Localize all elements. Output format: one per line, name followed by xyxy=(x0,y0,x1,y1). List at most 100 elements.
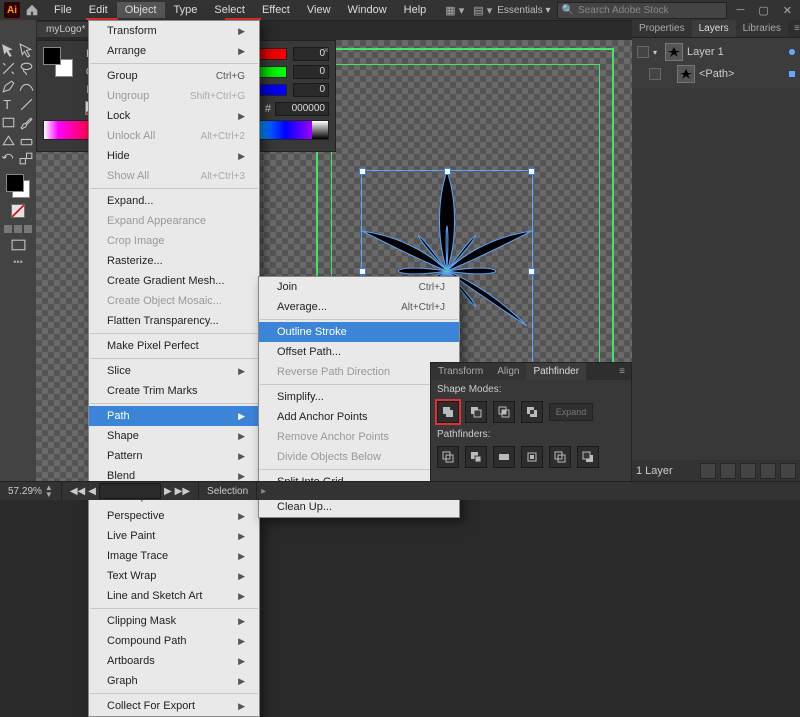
visibility-toggle-icon[interactable] xyxy=(649,68,661,80)
menu-item-live-paint[interactable]: Live Paint▶ xyxy=(89,526,259,546)
new-layer-icon[interactable] xyxy=(760,463,776,479)
make-clip-icon[interactable] xyxy=(720,463,736,479)
line-tool-icon[interactable] xyxy=(18,96,35,113)
shaper-tool-icon[interactable] xyxy=(0,132,17,149)
hex-field[interactable]: 000000 xyxy=(275,102,329,116)
lasso-tool-icon[interactable] xyxy=(18,60,35,77)
minus-back-button[interactable] xyxy=(577,446,599,468)
selection-indicator[interactable] xyxy=(789,71,795,77)
menu-item-clean-up-[interactable]: Clean Up... xyxy=(259,497,459,517)
menu-effect[interactable]: Effect xyxy=(254,2,298,18)
outline-button[interactable] xyxy=(549,446,571,468)
fill-stroke-swatch[interactable] xyxy=(6,174,30,198)
curvature-tool-icon[interactable] xyxy=(18,78,35,95)
layer-row-top[interactable]: ▾ Layer 1 xyxy=(635,41,797,63)
menu-item-line-and-sketch-art[interactable]: Line and Sketch Art▶ xyxy=(89,586,259,606)
menu-item-clipping-mask[interactable]: Clipping Mask▶ xyxy=(89,611,259,631)
color-none-icon[interactable] xyxy=(11,204,25,218)
menu-item-simplify-[interactable]: Simplify... xyxy=(259,387,459,407)
menu-item-collect-for-export[interactable]: Collect For Export▶ xyxy=(89,696,259,716)
menu-item-arrange[interactable]: Arrange▶ xyxy=(89,41,259,61)
eraser-tool-icon[interactable] xyxy=(18,132,35,149)
menu-item-pattern[interactable]: Pattern▶ xyxy=(89,446,259,466)
draw-mode-buttons[interactable] xyxy=(4,225,32,233)
layer-row-path[interactable]: <Path> xyxy=(635,63,797,85)
menu-item-image-trace[interactable]: Image Trace▶ xyxy=(89,546,259,566)
panel-fill-swatch[interactable] xyxy=(43,47,61,65)
tab-layers[interactable]: Layers xyxy=(692,20,736,37)
status-menu-icon[interactable]: ▸ xyxy=(261,486,266,497)
menu-file[interactable]: File xyxy=(46,2,80,18)
target-indicator[interactable] xyxy=(789,49,795,55)
window-close-icon[interactable]: ✕ xyxy=(779,4,796,17)
zoom-level[interactable]: 57.29% ▲▼ xyxy=(0,482,62,500)
panel-menu-icon[interactable]: ≡ xyxy=(613,363,631,380)
screen-mode-icon[interactable] xyxy=(10,237,27,254)
selection-tool-icon[interactable] xyxy=(0,42,17,59)
menu-item-slice[interactable]: Slice▶ xyxy=(89,361,259,381)
home-icon[interactable] xyxy=(25,3,39,17)
unite-button[interactable] xyxy=(437,401,459,423)
intersect-button[interactable] xyxy=(493,401,515,423)
menu-item-expand-[interactable]: Expand... xyxy=(89,191,259,211)
panel-menu-icon[interactable]: ≡ xyxy=(788,20,800,37)
menu-item-graph[interactable]: Graph▶ xyxy=(89,671,259,691)
menu-item-artboards[interactable]: Artboards▶ xyxy=(89,651,259,671)
menu-item-create-trim-marks[interactable]: Create Trim Marks xyxy=(89,381,259,401)
locate-object-icon[interactable] xyxy=(700,463,716,479)
menu-item-join[interactable]: JoinCtrl+J xyxy=(259,277,459,297)
b-value[interactable]: 0 xyxy=(293,83,329,97)
tab-align[interactable]: Align xyxy=(490,363,526,380)
g-value[interactable]: 0 xyxy=(293,65,329,79)
menu-item-shape[interactable]: Shape▶ xyxy=(89,426,259,446)
stock-search[interactable]: 🔍 Search Adobe Stock xyxy=(557,2,727,19)
menu-item-compound-path[interactable]: Compound Path▶ xyxy=(89,631,259,651)
menu-edit[interactable]: Edit xyxy=(81,2,116,18)
menu-select[interactable]: Select xyxy=(206,2,253,18)
menu-window[interactable]: Window xyxy=(340,2,395,18)
disclosure-icon[interactable]: ▾ xyxy=(653,48,661,57)
menu-view[interactable]: View xyxy=(299,2,339,18)
menu-item-add-anchor-points[interactable]: Add Anchor Points xyxy=(259,407,459,427)
scale-tool-icon[interactable] xyxy=(18,150,35,167)
visibility-toggle-icon[interactable] xyxy=(637,46,649,58)
window-minimize-icon[interactable]: ─ xyxy=(733,4,749,16)
direct-selection-tool-icon[interactable] xyxy=(18,42,35,59)
minus-front-button[interactable] xyxy=(465,401,487,423)
tab-pathfinder[interactable]: Pathfinder xyxy=(526,363,586,380)
menu-item-perspective[interactable]: Perspective▶ xyxy=(89,506,259,526)
menu-item-transform[interactable]: Transform▶ xyxy=(89,21,259,41)
new-sublayer-icon[interactable] xyxy=(740,463,756,479)
menu-item-text-wrap[interactable]: Text Wrap▶ xyxy=(89,566,259,586)
menu-item-offset-path-[interactable]: Offset Path... xyxy=(259,342,459,362)
paintbrush-tool-icon[interactable] xyxy=(18,114,35,131)
layer-name[interactable]: Layer 1 xyxy=(687,46,724,58)
panel-close-icon[interactable]: × xyxy=(324,45,329,55)
exclude-button[interactable] xyxy=(521,401,543,423)
arrange-docs-icon[interactable]: ▤ ▾ xyxy=(473,4,492,17)
menu-item-average-[interactable]: Average...Alt+Ctrl+J xyxy=(259,297,459,317)
rotate-tool-icon[interactable] xyxy=(0,150,17,167)
type-tool-icon[interactable]: T xyxy=(0,96,17,113)
menu-item-path[interactable]: Path▶ xyxy=(89,406,259,426)
menu-item-group[interactable]: GroupCtrl+G xyxy=(89,66,259,86)
trim-button[interactable] xyxy=(465,446,487,468)
tab-transform[interactable]: Transform xyxy=(431,363,490,380)
expand-button[interactable]: Expand xyxy=(549,403,593,421)
pen-tool-icon[interactable] xyxy=(0,78,17,95)
magic-wand-tool-icon[interactable] xyxy=(0,60,17,77)
tab-libraries[interactable]: Libraries xyxy=(736,20,788,37)
menu-item-create-gradient-mesh-[interactable]: Create Gradient Mesh... xyxy=(89,271,259,291)
menu-object[interactable]: Object xyxy=(117,2,165,18)
menu-item-flatten-transparency-[interactable]: Flatten Transparency... xyxy=(89,311,259,331)
merge-button[interactable] xyxy=(493,446,515,468)
menu-item-hide[interactable]: Hide▶ xyxy=(89,146,259,166)
tab-properties[interactable]: Properties xyxy=(632,20,692,37)
menu-type[interactable]: Type xyxy=(166,2,206,18)
divide-button[interactable] xyxy=(437,446,459,468)
delete-layer-icon[interactable] xyxy=(780,463,796,479)
fill-swatch[interactable] xyxy=(6,174,24,192)
menu-item-make-pixel-perfect[interactable]: Make Pixel Perfect xyxy=(89,336,259,356)
menu-item-outline-stroke[interactable]: Outline Stroke xyxy=(259,322,459,342)
bridge-icon[interactable]: ▦ ▾ xyxy=(445,4,464,17)
